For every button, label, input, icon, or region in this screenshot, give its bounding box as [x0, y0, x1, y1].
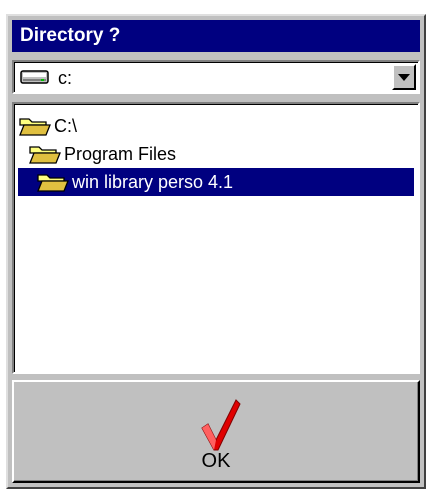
folder-item-label: Program Files	[64, 143, 177, 164]
directory-dialog: Directory ? c: C:\ Program Files win lib…	[6, 14, 426, 489]
ok-button[interactable]: OK	[12, 380, 420, 483]
dropdown-arrow-button[interactable]	[392, 64, 416, 90]
folder-item-win-library[interactable]: win library perso 4.1	[18, 168, 414, 196]
folder-item-label: C:\	[54, 115, 78, 136]
title-bar: Directory ?	[12, 20, 420, 52]
drive-icon	[20, 70, 49, 84]
folder-list[interactable]: C:\ Program Files win library perso 4.1	[12, 102, 420, 374]
open-folder-icon	[37, 174, 69, 192]
folder-item-program-files[interactable]: Program Files	[28, 140, 176, 168]
folder-item-label: win library perso 4.1	[72, 171, 234, 192]
drive-select-value: c:	[58, 68, 73, 88]
ok-button-label: OK	[201, 450, 231, 472]
drive-select[interactable]: c:	[12, 60, 420, 94]
open-folder-icon	[19, 118, 51, 136]
folder-item-root[interactable]: C:\	[18, 112, 77, 140]
window-title: Directory ?	[20, 25, 121, 46]
open-folder-icon	[29, 146, 61, 164]
chevron-down-icon	[398, 73, 410, 81]
checkmark-icon	[201, 399, 241, 451]
